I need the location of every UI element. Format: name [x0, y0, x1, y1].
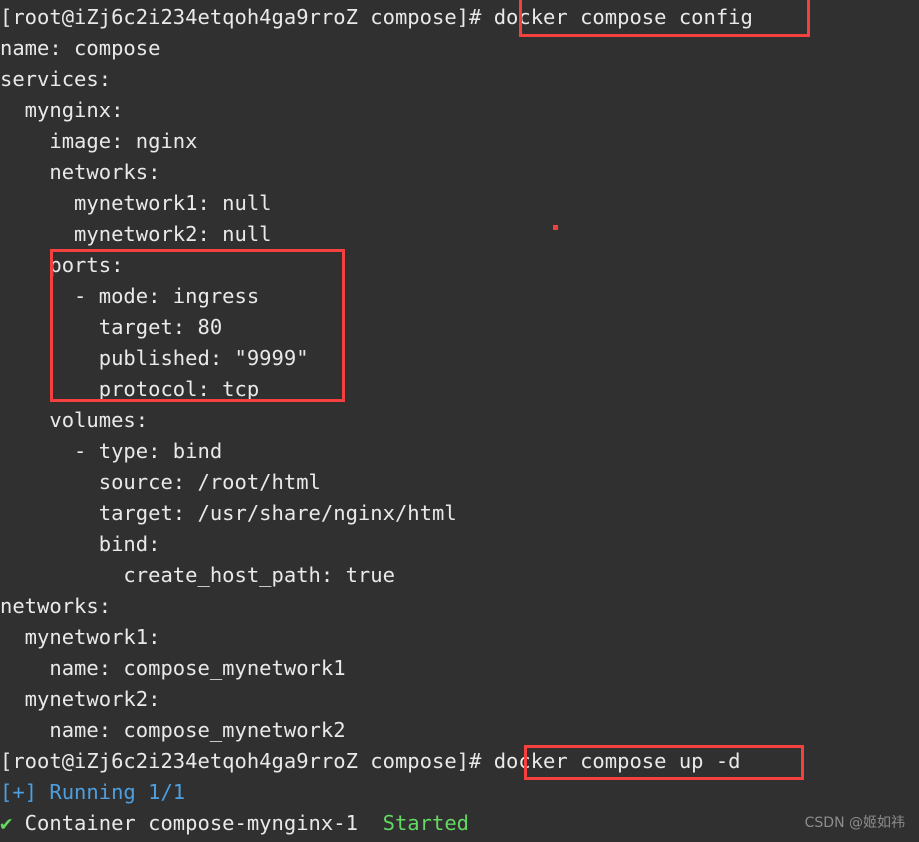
output-text: mynetwork2:	[0, 687, 161, 711]
command-docker-compose-up: docker compose up -d	[493, 749, 741, 773]
terminal-line-mode: - mode: ingress	[0, 281, 919, 312]
terminal-line-target-path: target: /usr/share/nginx/html	[0, 498, 919, 529]
output-text: protocol: tcp	[0, 377, 260, 401]
output-text: name: compose_mynetwork2	[0, 718, 346, 742]
terminal-line-networks-top: networks:	[0, 591, 919, 622]
terminal-line-mynginx: mynginx:	[0, 95, 919, 126]
output-text: create_host_path: true	[0, 563, 395, 587]
shell-prompt: [root@iZj6c2i234etqoh4ga9rroZ compose]#	[0, 5, 494, 29]
terminal-line-bind: bind:	[0, 529, 919, 560]
terminal-line-prompt-config: [root@iZj6c2i234etqoh4ga9rroZ compose]# …	[0, 2, 919, 33]
annotation-dot-mark	[553, 225, 558, 230]
output-text: - type: bind	[0, 439, 223, 463]
command-docker-compose-config: docker compose config	[493, 5, 753, 29]
csdn-watermark: CSDN @姬如祎	[804, 815, 905, 831]
output-text: name: compose	[0, 36, 161, 60]
output-text: target: 80	[0, 315, 223, 339]
check-icon: ✔	[0, 811, 13, 835]
terminal-line-name: name: compose	[0, 33, 919, 64]
output-text: bind:	[0, 532, 161, 556]
terminal-line-container-started: ✔ Container compose-mynginx-1 Started	[0, 808, 919, 839]
output-text: networks:	[0, 160, 161, 184]
terminal-line-net1-name: name: compose_mynetwork1	[0, 653, 919, 684]
output-text: published: "9999"	[0, 346, 309, 370]
terminal-line-target-80: target: 80	[0, 312, 919, 343]
output-text: - mode: ingress	[0, 284, 260, 308]
output-text: mynetwork1:	[0, 625, 161, 649]
terminal-line-net2-name: name: compose_mynetwork2	[0, 715, 919, 746]
terminal-screen: [root@iZj6c2i234etqoh4ga9rroZ compose]# …	[0, 2, 919, 839]
terminal-line-protocol: protocol: tcp	[0, 374, 919, 405]
terminal-window[interactable]: [root@iZj6c2i234etqoh4ga9rroZ compose]# …	[0, 0, 919, 842]
output-text: volumes:	[0, 408, 149, 432]
terminal-line-services: services:	[0, 64, 919, 95]
terminal-line-ports: ports:	[0, 250, 919, 281]
output-text: networks:	[0, 594, 112, 618]
terminal-line-image: image: nginx	[0, 126, 919, 157]
output-text: mynetwork2: null	[0, 222, 272, 246]
output-text: source: /root/html	[0, 470, 321, 494]
terminal-line-mynetwork2-null: mynetwork2: null	[0, 219, 919, 250]
output-text: mynetwork1: null	[0, 191, 272, 215]
terminal-line-running-status: [+] Running 1/1	[0, 777, 919, 808]
output-text: target: /usr/share/nginx/html	[0, 501, 457, 525]
output-text: services:	[0, 67, 112, 91]
terminal-line-net2: mynetwork2:	[0, 684, 919, 715]
output-text: ports:	[0, 253, 124, 277]
terminal-line-create-host-path: create_host_path: true	[0, 560, 919, 591]
terminal-line-source: source: /root/html	[0, 467, 919, 498]
output-text: image: nginx	[0, 129, 198, 153]
terminal-line-mynetwork1-null: mynetwork1: null	[0, 188, 919, 219]
terminal-line-networks-service: networks:	[0, 157, 919, 188]
shell-prompt: [root@iZj6c2i234etqoh4ga9rroZ compose]#	[0, 749, 494, 773]
container-status-badge: Started	[382, 811, 470, 835]
container-name-text: Container compose-mynginx-1	[12, 811, 383, 835]
output-text: name: compose_mynetwork1	[0, 656, 346, 680]
terminal-line-volumes: volumes:	[0, 405, 919, 436]
output-text: mynginx:	[0, 98, 124, 122]
terminal-line-net1: mynetwork1:	[0, 622, 919, 653]
running-status-text: [+] Running 1/1	[0, 780, 186, 804]
terminal-line-type-bind: - type: bind	[0, 436, 919, 467]
terminal-line-prompt-up: [root@iZj6c2i234etqoh4ga9rroZ compose]# …	[0, 746, 919, 777]
terminal-line-published: published: "9999"	[0, 343, 919, 374]
